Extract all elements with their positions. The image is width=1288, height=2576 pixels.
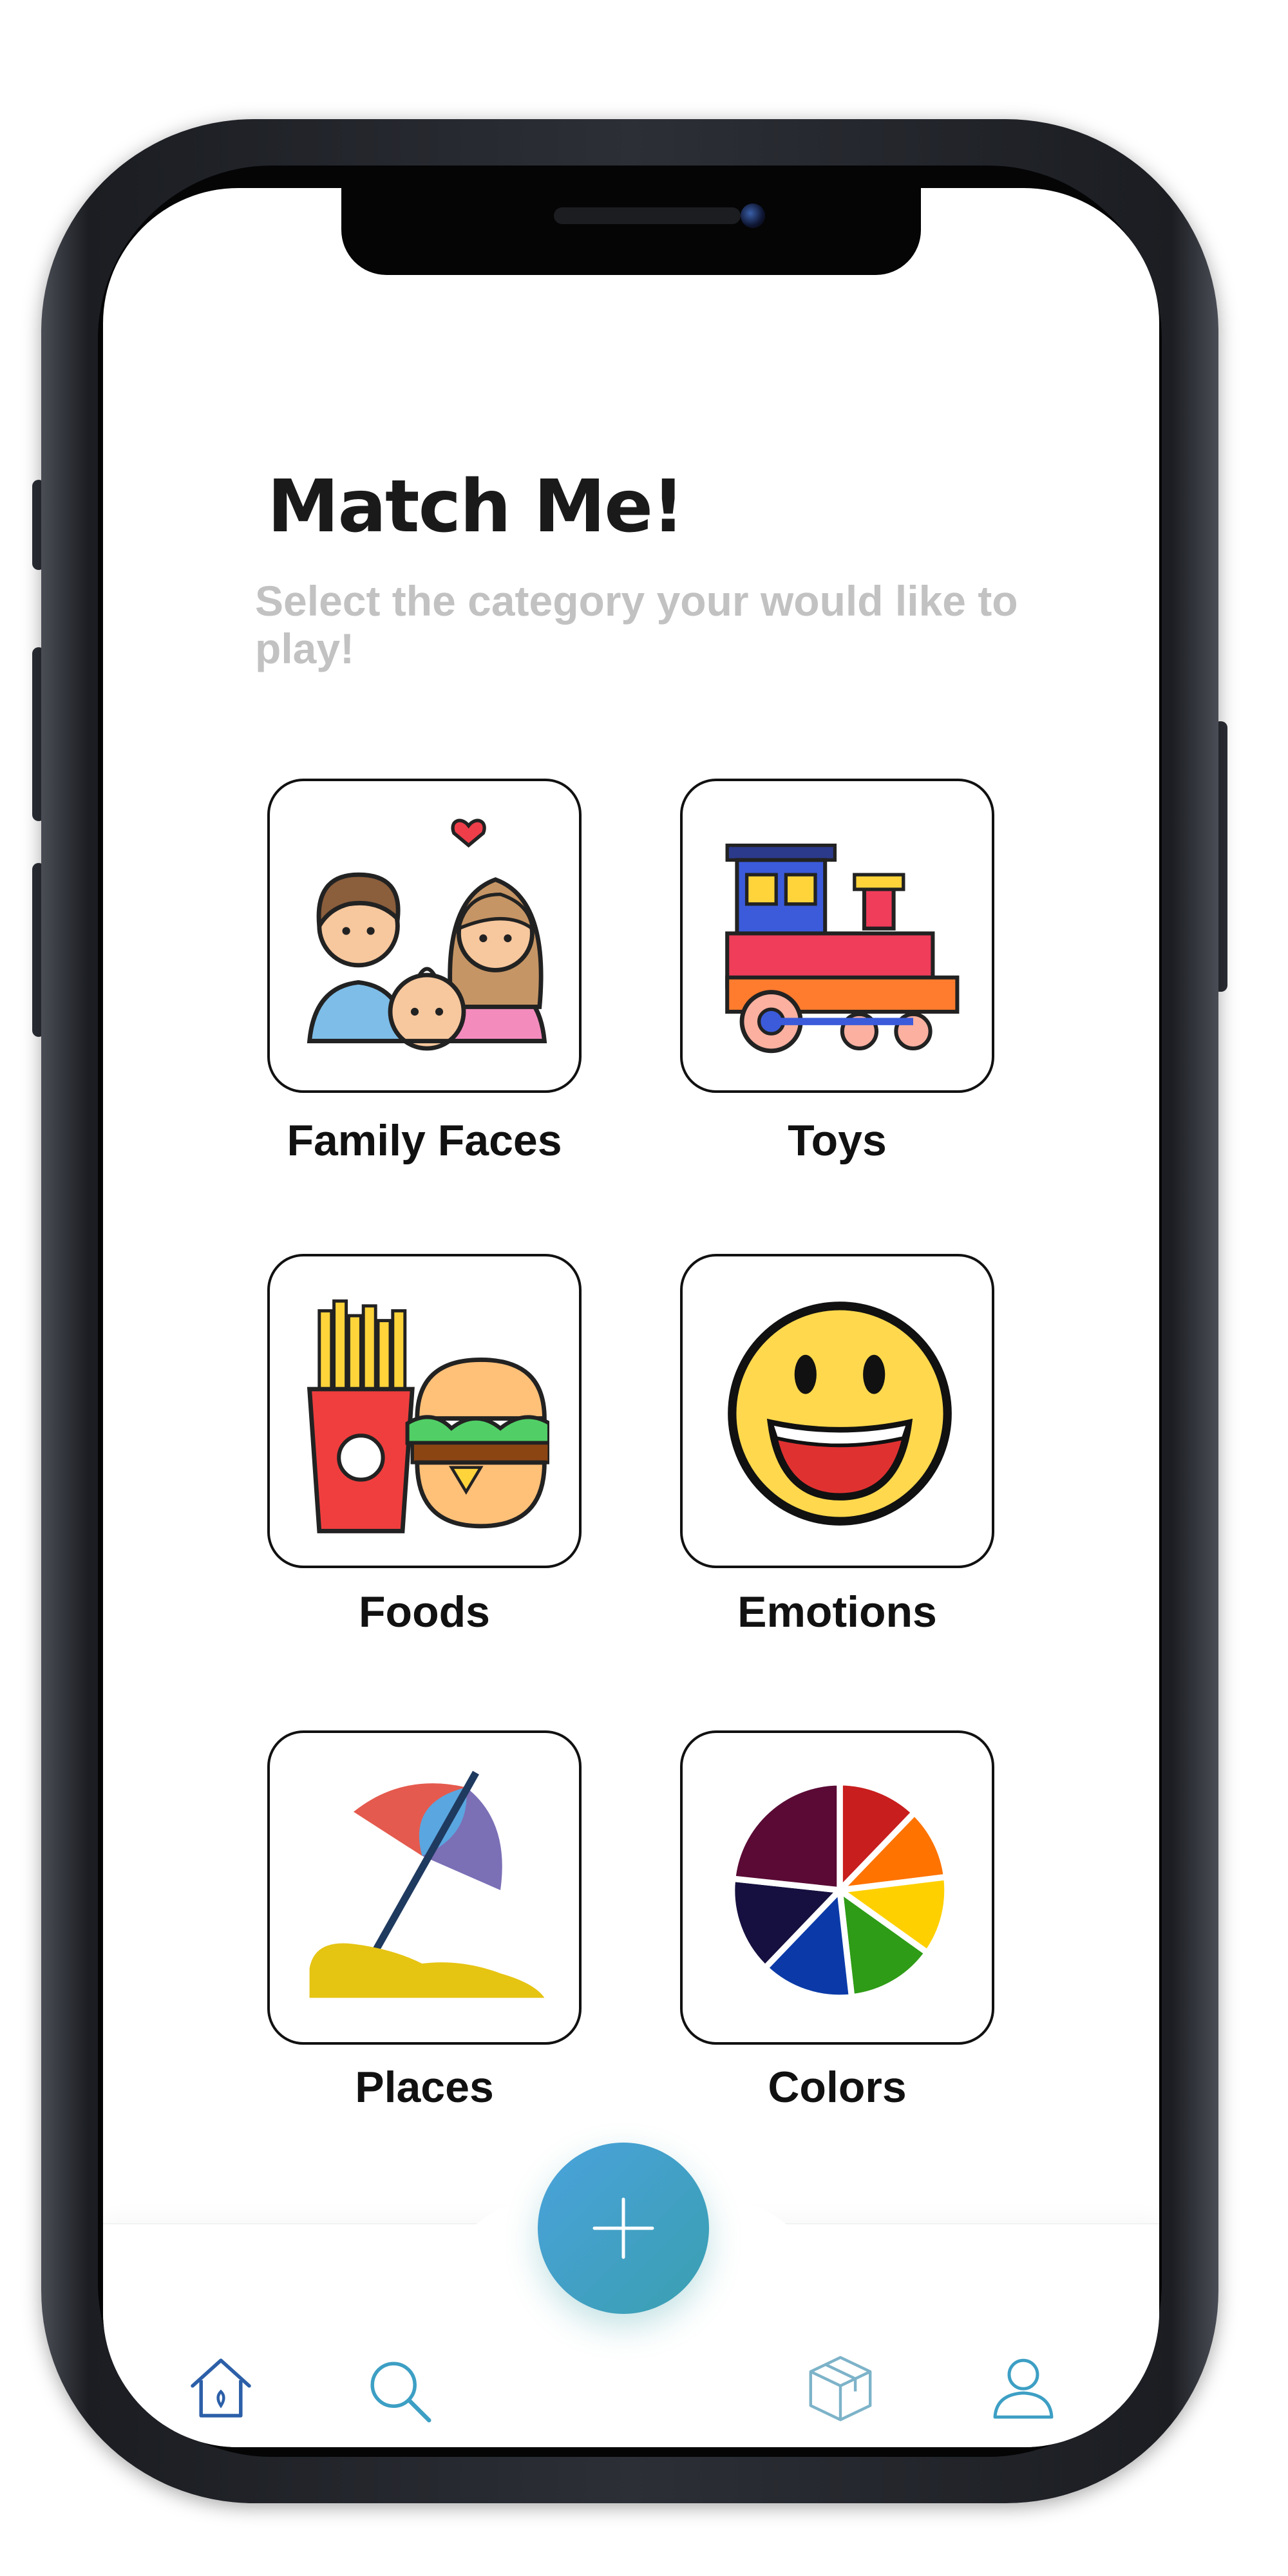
category-label-foods: Foods	[359, 1587, 490, 1636]
front-camera	[741, 204, 765, 228]
category-card-colors[interactable]	[680, 1730, 994, 2045]
category-card-foods[interactable]	[267, 1254, 582, 1568]
family-icon	[307, 819, 547, 1051]
add-button[interactable]	[538, 2143, 709, 2314]
category-card-toys[interactable]	[680, 779, 994, 1093]
category-card-places[interactable]	[267, 1730, 582, 2045]
app-screen: Match Me! Select the category your would…	[103, 188, 1159, 2447]
search-icon[interactable]	[364, 2355, 435, 2426]
page-subtitle: Select the category your would like to p…	[255, 577, 1018, 672]
toy-train-icon	[725, 843, 960, 1054]
phone-notch	[341, 188, 921, 275]
category-card-family-faces[interactable]	[267, 779, 582, 1093]
category-label-colors: Colors	[768, 2063, 907, 2112]
category-label-toys: Toys	[788, 1116, 887, 1165]
category-label-places: Places	[355, 2063, 494, 2112]
smiley-icon	[728, 1302, 952, 1526]
box-icon[interactable]	[805, 2353, 876, 2424]
page-title: Match Me!	[267, 465, 685, 549]
color-wheel-icon	[728, 1779, 951, 2001]
beach-umbrella-icon	[309, 1770, 545, 1998]
home-icon[interactable]	[185, 2352, 256, 2423]
fast-food-icon	[307, 1299, 549, 1533]
category-label-family-faces: Family Faces	[287, 1116, 562, 1165]
add-icon	[592, 2197, 654, 2259]
category-label-emotions: Emotions	[737, 1587, 937, 1636]
category-card-emotions[interactable]	[680, 1254, 994, 1568]
earpiece-speaker	[554, 207, 741, 224]
profile-icon[interactable]	[988, 2352, 1059, 2423]
